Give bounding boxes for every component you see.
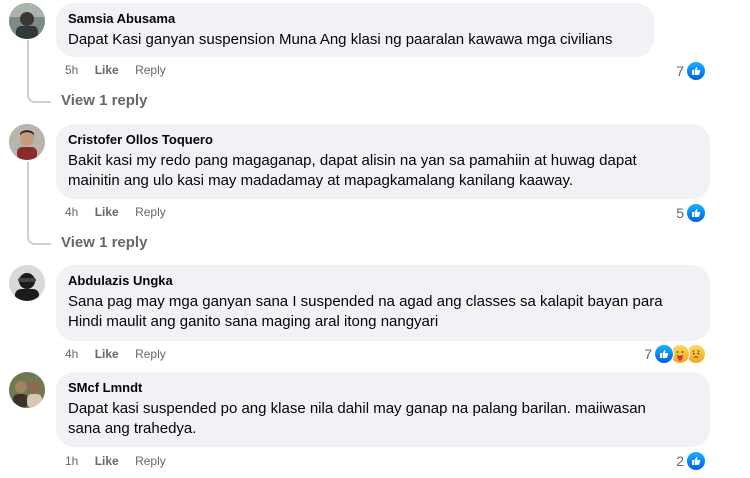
thread-line [27, 162, 29, 228]
avatar[interactable] [9, 3, 45, 39]
comment-time[interactable]: 4h [65, 347, 78, 361]
comment-actions: 4h Like Reply [65, 205, 179, 219]
avatar-image [9, 265, 45, 301]
reaction-summary[interactable]: 7 [676, 61, 706, 81]
comment-text: Dapat kasi suspended po ang klase nila d… [68, 399, 698, 439]
comment-text-line: mainitin ang ulo kasi may madadamay at m… [68, 172, 573, 189]
reply-connector [27, 228, 51, 245]
comment-text: Bakit kasi my redo pang magaganap, dapat… [68, 151, 698, 191]
like-button[interactable]: Like [95, 205, 119, 219]
avatar[interactable] [9, 372, 45, 408]
comment-bubble: Cristofer Ollos Toquero Bakit kasi my re… [56, 124, 710, 199]
reaction-count: 2 [676, 453, 684, 469]
avatar[interactable] [9, 124, 45, 160]
like-reaction-icon [686, 203, 706, 223]
comment-bubble: SMcf Lmndt Dapat kasi suspended po ang k… [56, 372, 710, 447]
comment-bubble: Abdulazis Ungka Sana pag may mga ganyan … [56, 265, 710, 341]
reply-button[interactable]: Reply [135, 347, 166, 361]
comment-text-line: Sana pag may mga ganyan sana I suspended… [68, 293, 663, 310]
thread-line [27, 40, 29, 86]
comment-text: Dapat Kasi ganyan suspension Muna Ang kl… [68, 31, 613, 48]
view-replies-link[interactable]: View 1 reply [61, 92, 147, 109]
avatar-image [9, 372, 45, 408]
view-replies-link[interactable]: View 1 reply [61, 234, 147, 251]
like-button[interactable]: Like [95, 347, 119, 361]
avatar[interactable] [9, 265, 45, 301]
reply-button[interactable]: Reply [135, 454, 166, 468]
reaction-summary[interactable]: 7 [644, 344, 706, 364]
comment-actions: 5h Like Reply [65, 63, 179, 77]
comment-text-line: sana ang trahedya. [68, 420, 197, 437]
comment-text-line: Bakit kasi my redo pang magaganap, dapat… [68, 152, 637, 169]
reaction-summary[interactable]: 2 [676, 451, 706, 471]
comment-author[interactable]: SMcf Lmndt [68, 380, 698, 396]
comment-text: Sana pag may mga ganyan sana I suspended… [68, 292, 698, 332]
comment-author[interactable]: Cristofer Ollos Toquero [68, 132, 698, 148]
comment-time[interactable]: 4h [65, 205, 78, 219]
reaction-count: 7 [676, 63, 684, 79]
reaction-count: 5 [676, 205, 684, 221]
reply-connector [27, 86, 51, 103]
avatar-image [9, 124, 45, 160]
reply-button[interactable]: Reply [135, 205, 166, 219]
comment-author[interactable]: Samsia Abusama [68, 11, 642, 27]
like-button[interactable]: Like [95, 63, 119, 77]
comment-actions: 1h Like Reply [65, 454, 179, 468]
comment-bubble: Samsia Abusama Dapat Kasi ganyan suspens… [56, 3, 654, 57]
like-button[interactable]: Like [95, 454, 119, 468]
reaction-count: 7 [644, 346, 652, 362]
comment-text-line: Hindi maulit ang ganito sana maging aral… [68, 313, 439, 330]
comment-time[interactable]: 5h [65, 63, 78, 77]
comment-text-line: Dapat kasi suspended po ang klase nila d… [68, 400, 646, 417]
like-reaction-icon [654, 344, 674, 364]
comment-time[interactable]: 1h [65, 454, 78, 468]
reaction-summary[interactable]: 5 [676, 203, 706, 223]
comment-author[interactable]: Abdulazis Ungka [68, 273, 698, 289]
reply-button[interactable]: Reply [135, 63, 166, 77]
like-reaction-icon [686, 451, 706, 471]
comment-actions: 4h Like Reply [65, 347, 179, 361]
like-reaction-icon [686, 61, 706, 81]
avatar-image [9, 3, 45, 39]
